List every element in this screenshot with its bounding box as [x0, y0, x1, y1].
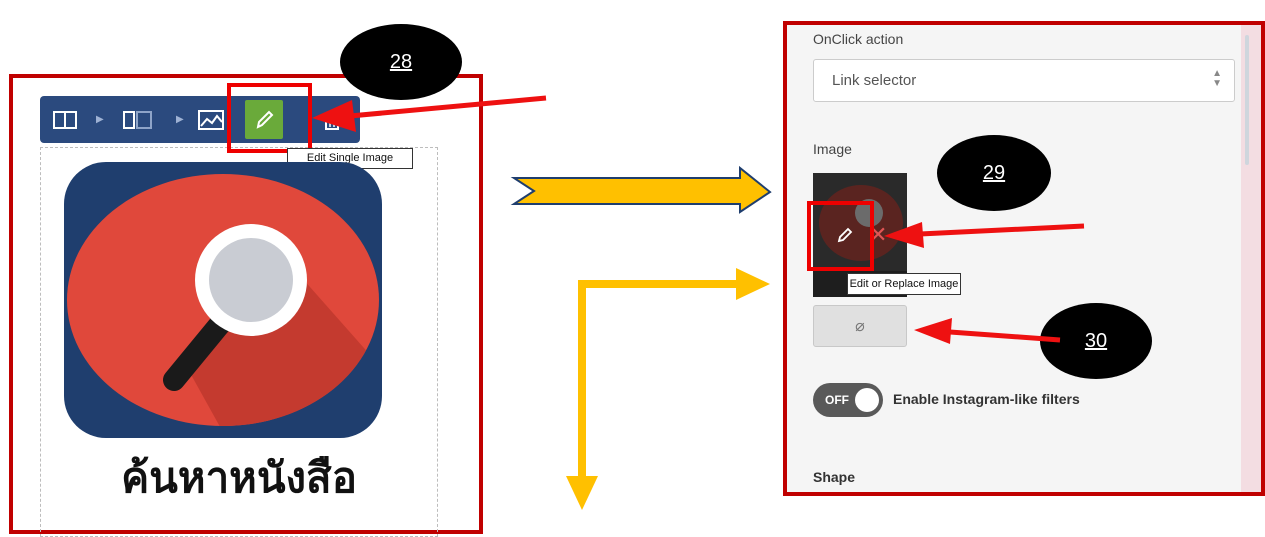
- red-arrow-30: [949, 329, 1061, 343]
- annotation-arrows-right: [884, 222, 1085, 344]
- red-arrowhead-30: [914, 318, 952, 344]
- red-arrowhead-29: [884, 222, 924, 248]
- red-arrow-29: [919, 223, 1085, 237]
